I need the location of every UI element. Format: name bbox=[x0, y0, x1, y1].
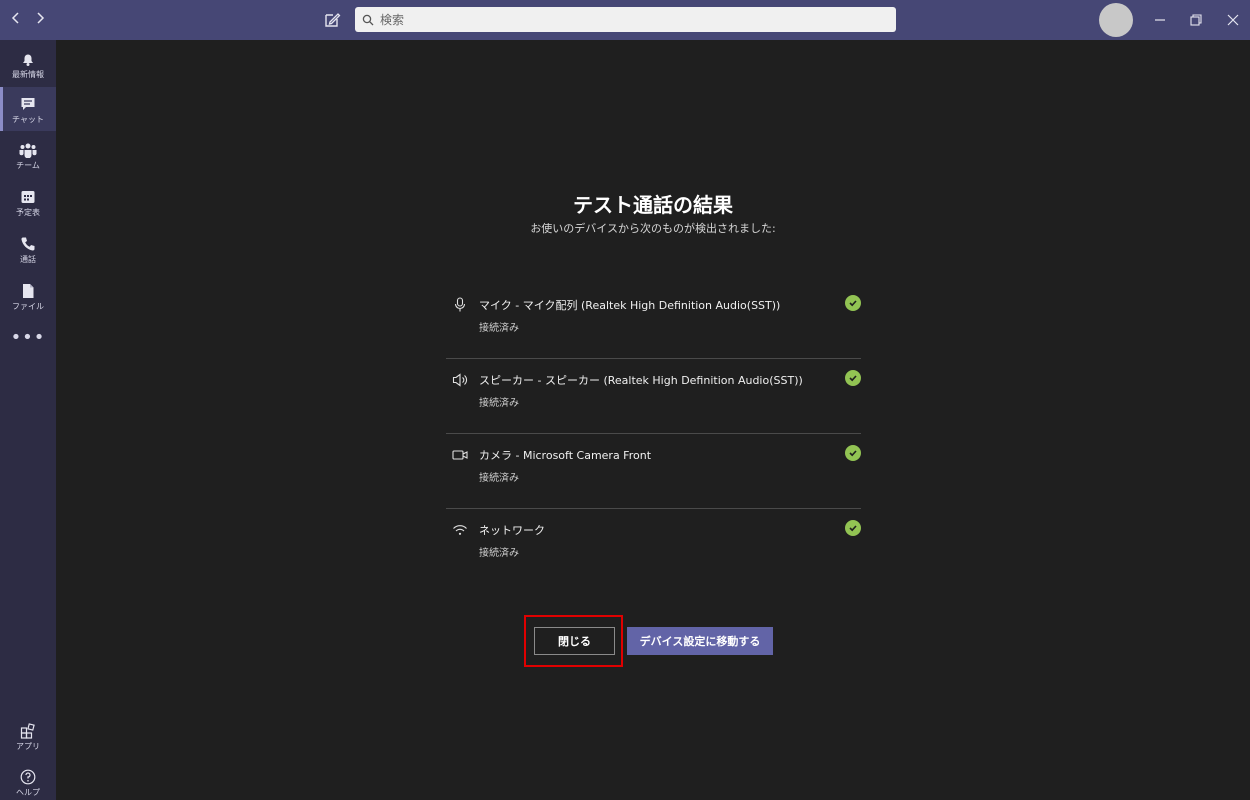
rail-label-teams: チーム bbox=[16, 161, 40, 170]
close-icon bbox=[1227, 14, 1239, 26]
device-settings-button[interactable]: デバイス設定に移動する bbox=[627, 627, 773, 655]
close-button[interactable]: 閉じる bbox=[534, 627, 615, 655]
page-title: テスト通話の結果 bbox=[573, 193, 733, 217]
help-icon bbox=[20, 769, 36, 785]
minimize-button[interactable] bbox=[1150, 10, 1170, 30]
device-status: 接続済み bbox=[479, 473, 519, 484]
check-icon bbox=[845, 520, 861, 536]
device-row-camera: カメラ - Microsoft Camera Front 接続済み bbox=[446, 434, 861, 509]
calendar-icon bbox=[21, 191, 35, 203]
restore-icon bbox=[1190, 14, 1202, 26]
wifi-icon bbox=[453, 525, 467, 535]
device-status: 接続済み bbox=[479, 398, 519, 409]
bell-icon bbox=[23, 54, 33, 66]
file-icon bbox=[23, 284, 34, 298]
check-icon bbox=[845, 445, 861, 461]
chat-icon bbox=[21, 98, 35, 110]
minimize-icon bbox=[1155, 19, 1165, 21]
search-input[interactable] bbox=[380, 12, 860, 27]
speaker-icon bbox=[452, 373, 467, 387]
rail-item-apps[interactable]: アプリ bbox=[0, 714, 56, 758]
microphone-icon bbox=[454, 297, 466, 312]
rail-label-chat: チャット bbox=[12, 115, 44, 124]
device-row-network: ネットワーク 接続済み bbox=[446, 509, 861, 584]
back-button[interactable] bbox=[6, 9, 26, 31]
rail-item-calls[interactable]: 通話 bbox=[0, 227, 56, 271]
rail-item-calendar[interactable]: 予定表 bbox=[0, 180, 56, 224]
rail-item-chat[interactable]: チャット bbox=[0, 87, 56, 131]
device-name: マイク - マイク配列 (Realtek High Definition Aud… bbox=[479, 299, 781, 312]
chevron-left-icon bbox=[11, 12, 19, 24]
device-row-microphone: マイク - マイク配列 (Realtek High Definition Aud… bbox=[446, 284, 861, 359]
rail-item-activity[interactable]: 最新情報 bbox=[0, 42, 56, 86]
teams-window: 最新情報 チャット チーム 予定表 通話 ファイル ••• アプリ bbox=[0, 0, 1250, 800]
rail-label-activity: 最新情報 bbox=[12, 70, 44, 79]
device-status: 接続済み bbox=[479, 548, 519, 559]
avatar[interactable] bbox=[1099, 3, 1133, 37]
device-status: 接続済み bbox=[479, 323, 519, 334]
rail-label-calls: 通話 bbox=[20, 255, 36, 264]
close-window-button[interactable] bbox=[1223, 10, 1243, 30]
device-name: カメラ - Microsoft Camera Front bbox=[479, 449, 652, 462]
search-box[interactable] bbox=[355, 7, 896, 32]
test-call-results: テスト通話の結果 お使いのデバイスから次のものが検出されました: マイク - マ… bbox=[56, 40, 1250, 800]
more-apps-button[interactable]: ••• bbox=[0, 329, 56, 351]
device-list: マイク - マイク配列 (Realtek High Definition Aud… bbox=[446, 284, 861, 584]
app-rail: 最新情報 チャット チーム 予定表 通話 ファイル ••• アプリ ヘルプ bbox=[0, 40, 56, 800]
rail-item-files[interactable]: ファイル bbox=[0, 274, 56, 318]
rail-item-teams[interactable]: チーム bbox=[0, 133, 56, 177]
check-icon bbox=[845, 295, 861, 311]
camera-icon bbox=[452, 450, 468, 460]
chevron-right-icon bbox=[37, 12, 45, 24]
page-subtitle: お使いのデバイスから次のものが検出されました: bbox=[530, 222, 776, 235]
rail-label-help: ヘルプ bbox=[16, 788, 40, 797]
apps-icon bbox=[20, 723, 35, 739]
compose-icon bbox=[325, 13, 341, 27]
forward-button[interactable] bbox=[30, 9, 50, 31]
rail-label-apps: アプリ bbox=[16, 742, 40, 751]
rail-label-calendar: 予定表 bbox=[16, 208, 40, 217]
device-row-speaker: スピーカー - スピーカー (Realtek High Definition A… bbox=[446, 359, 861, 434]
search-icon bbox=[362, 14, 374, 25]
rail-item-help[interactable]: ヘルプ bbox=[0, 760, 56, 800]
teams-icon bbox=[19, 143, 37, 158]
device-name: スピーカー - スピーカー (Realtek High Definition A… bbox=[479, 374, 803, 387]
title-bar bbox=[0, 0, 1250, 40]
restore-button[interactable] bbox=[1186, 10, 1206, 30]
device-name: ネットワーク bbox=[479, 524, 545, 537]
check-icon bbox=[845, 370, 861, 386]
new-chat-button[interactable] bbox=[321, 9, 343, 31]
phone-icon bbox=[21, 237, 35, 251]
rail-label-files: ファイル bbox=[12, 302, 44, 311]
